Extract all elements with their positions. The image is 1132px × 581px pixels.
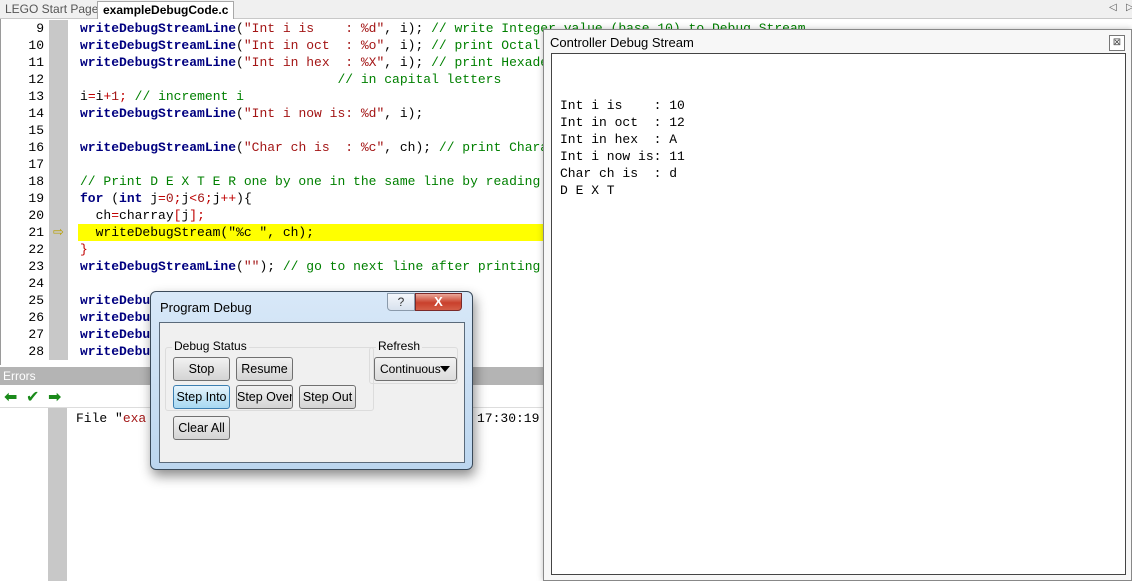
line-number: 24 bbox=[28, 276, 44, 291]
error-message-prefix: File " bbox=[76, 411, 123, 426]
line-number: 16 bbox=[28, 140, 44, 155]
debug-stream-line: Char ch is : d bbox=[560, 166, 678, 181]
error-timestamp: 17:30:19 bbox=[477, 411, 540, 426]
checkmark-icon[interactable]: ✔ bbox=[26, 387, 39, 406]
refresh-mode-value: Continuous bbox=[380, 362, 441, 376]
line-number: 12 bbox=[28, 72, 44, 87]
step-into-button[interactable]: Step Into bbox=[173, 385, 230, 409]
controller-debug-stream-window: Controller Debug Stream ⊠ Int i is : 10 I… bbox=[543, 29, 1132, 581]
debug-stream-line: Int in hex : A bbox=[560, 132, 678, 147]
tab-scroll-left-icon[interactable]: ◁ bbox=[1109, 2, 1117, 13]
debug-stream-line: D E X T bbox=[560, 183, 615, 198]
breakpoint-gutter[interactable] bbox=[49, 190, 68, 207]
code-text: writeDebugStreamLine(""); // go to next … bbox=[80, 259, 541, 274]
line-number: 21 bbox=[28, 225, 44, 240]
code-text: // Print D E X T E R one by one in the s… bbox=[80, 174, 541, 189]
code-text: ch=charray[j]; bbox=[80, 208, 205, 223]
help-button[interactable]: ? bbox=[387, 293, 415, 311]
dialog-body: Debug Status Stop Resume Step Into Step … bbox=[159, 322, 465, 463]
breakpoint-gutter[interactable] bbox=[49, 139, 68, 156]
document-tab-bar: LEGO Start Page exampleDebugCode.c ◁ ▷ bbox=[0, 0, 1132, 19]
line-number: 15 bbox=[28, 123, 44, 138]
code-text: } bbox=[80, 242, 88, 257]
error-file-name: exa bbox=[122, 411, 147, 426]
dialog-title: Program Debug bbox=[160, 300, 252, 315]
breakpoint-gutter[interactable] bbox=[49, 54, 68, 71]
errors-gutter bbox=[48, 408, 67, 581]
debug-stream-line: Int i is : 10 bbox=[560, 98, 685, 113]
step-out-button[interactable]: Step Out bbox=[299, 385, 356, 409]
code-text: i=i+1; // increment i bbox=[80, 89, 244, 104]
error-message[interactable]: File "exa bbox=[76, 411, 146, 426]
line-number: 26 bbox=[28, 310, 44, 325]
step-over-button[interactable]: Step Over bbox=[236, 385, 293, 409]
tab-lego-start-page[interactable]: LEGO Start Page bbox=[0, 1, 103, 19]
tab-scroll-right-icon[interactable]: ▷ bbox=[1126, 2, 1132, 13]
line-number: 10 bbox=[28, 38, 44, 53]
line-number: 28 bbox=[28, 344, 44, 359]
breakpoint-gutter[interactable] bbox=[49, 88, 68, 105]
line-number: 19 bbox=[28, 191, 44, 206]
code-text: writeDebugStreamLine("Int i now is: %d",… bbox=[80, 106, 424, 121]
debug-stream-output[interactable]: Int i is : 10 Int in oct : 12 Int in hex :… bbox=[551, 53, 1126, 575]
refresh-label: Refresh bbox=[376, 339, 423, 353]
breakpoint-gutter[interactable] bbox=[49, 343, 68, 360]
line-number: 25 bbox=[28, 293, 44, 308]
previous-error-icon[interactable]: ⬅ bbox=[4, 387, 17, 406]
code-text: writeDebugStream("%c ", ch); bbox=[80, 225, 315, 240]
breakpoint-gutter[interactable] bbox=[49, 105, 68, 122]
line-number: 27 bbox=[28, 327, 44, 342]
breakpoint-gutter[interactable] bbox=[49, 258, 68, 275]
line-number: 14 bbox=[28, 106, 44, 121]
close-icon[interactable]: ⊠ bbox=[1109, 35, 1125, 51]
breakpoint-gutter[interactable] bbox=[49, 207, 68, 224]
breakpoint-gutter[interactable] bbox=[49, 122, 68, 139]
breakpoint-gutter[interactable] bbox=[49, 292, 68, 309]
line-number: 9 bbox=[36, 21, 44, 36]
chevron-down-icon bbox=[440, 366, 450, 372]
execution-pointer-icon: ⇨ bbox=[53, 225, 64, 240]
code-text: for (int j=0;j<6;j++){ bbox=[80, 191, 252, 206]
debug-stream-line: Int i now is: 11 bbox=[560, 149, 685, 164]
line-number: 18 bbox=[28, 174, 44, 189]
code-text: writeDebugStreamLine("Int in hex : %X", … bbox=[80, 55, 588, 70]
line-number: 20 bbox=[28, 208, 44, 223]
tab-example-debug-code[interactable]: exampleDebugCode.c bbox=[97, 1, 235, 19]
line-number: 17 bbox=[28, 157, 44, 172]
next-error-icon[interactable]: ➡ bbox=[48, 387, 61, 406]
refresh-mode-select[interactable]: Continuous bbox=[374, 357, 457, 381]
breakpoint-gutter[interactable] bbox=[49, 20, 68, 37]
debug-status-label: Debug Status bbox=[172, 339, 249, 353]
breakpoint-gutter[interactable] bbox=[49, 309, 68, 326]
breakpoint-gutter[interactable] bbox=[49, 275, 68, 292]
line-number: 13 bbox=[28, 89, 44, 104]
resume-button[interactable]: Resume bbox=[236, 357, 293, 381]
code-text: writeDebugStreamLine("Char ch is : %c", … bbox=[80, 140, 580, 155]
line-number: 22 bbox=[28, 242, 44, 257]
breakpoint-gutter[interactable] bbox=[49, 241, 68, 258]
errors-panel-title: Errors bbox=[3, 369, 36, 383]
breakpoint-gutter[interactable] bbox=[49, 173, 68, 190]
code-text: writeDebugStreamLine("Int in oct : %o", … bbox=[80, 38, 541, 53]
line-number: 23 bbox=[28, 259, 44, 274]
line-number: 11 bbox=[28, 55, 44, 70]
debug-stream-title: Controller Debug Stream bbox=[550, 35, 694, 50]
breakpoint-gutter[interactable] bbox=[49, 37, 68, 54]
close-button[interactable]: X bbox=[415, 293, 462, 311]
breakpoint-gutter[interactable] bbox=[49, 71, 68, 88]
breakpoint-gutter[interactable] bbox=[49, 326, 68, 343]
stop-button[interactable]: Stop bbox=[173, 357, 230, 381]
debug-stream-line: Int in oct : 12 bbox=[560, 115, 685, 130]
breakpoint-gutter[interactable] bbox=[49, 156, 68, 173]
code-text: // in capital letters bbox=[337, 72, 502, 87]
program-debug-dialog: Program Debug ? X Debug Status Stop Resu… bbox=[150, 291, 473, 470]
clear-all-button[interactable]: Clear All bbox=[173, 416, 230, 440]
